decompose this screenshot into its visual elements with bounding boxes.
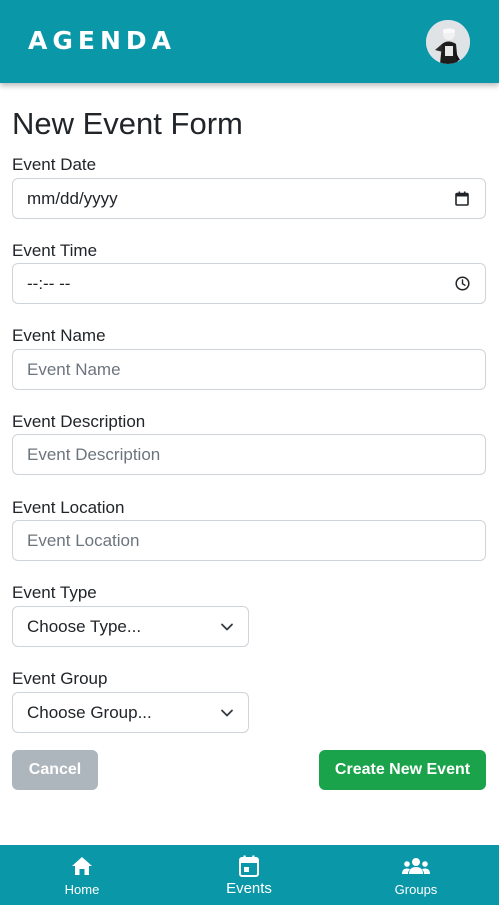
event-date-label: Event Date [12,155,97,174]
event-name-input[interactable] [27,350,471,389]
cancel-button[interactable]: Cancel [12,750,98,790]
event-location-field [12,520,486,561]
event-location-label: Event Location [12,498,125,517]
home-icon [71,854,93,878]
nav-label-groups: Groups [394,882,438,897]
groups-icon [402,854,430,878]
top-app-bar: AGENDA [0,0,499,83]
app-brand-logo[interactable]: AGENDA [28,26,176,55]
event-description-field [12,434,486,475]
user-avatar[interactable] [426,20,470,64]
nav-item-groups[interactable]: Groups [356,845,476,905]
nav-label-events: Events [226,880,272,897]
calendar-icon[interactable] [453,190,471,208]
event-type-label: Event Type [12,583,97,602]
event-group-label: Event Group [12,669,108,688]
event-location-input[interactable] [27,521,471,560]
event-time-value: --:-- -- [27,273,71,293]
event-type-select[interactable]: Choose Type... [12,606,249,647]
event-description-input[interactable] [27,435,471,474]
event-date-input[interactable]: mm/dd/yyyy [12,178,486,219]
avatar-image [426,20,470,64]
clock-icon[interactable] [453,275,471,293]
event-time-label: Event Time [12,241,98,260]
event-date-value: mm/dd/yyyy [27,188,118,208]
bottom-navigation: Home Events Groups [0,845,499,905]
event-type-value: Choose Type... [27,616,142,636]
event-group-value: Choose Group... [27,702,152,722]
event-name-label: Event Name [12,326,106,345]
create-event-button[interactable]: Create New Event [319,750,486,790]
nav-item-events[interactable]: Events [189,845,309,905]
event-time-input[interactable]: --:-- -- [12,263,486,304]
nav-item-home[interactable]: Home [22,845,142,905]
nav-label-home: Home [64,882,100,897]
event-description-label: Event Description [12,412,146,431]
calendar-icon [239,854,259,878]
event-name-field [12,349,486,390]
page-title: New Event Form [12,106,243,141]
event-group-select[interactable]: Choose Group... [12,692,249,733]
chevron-down-icon [220,617,234,637]
chevron-down-icon [220,703,234,723]
